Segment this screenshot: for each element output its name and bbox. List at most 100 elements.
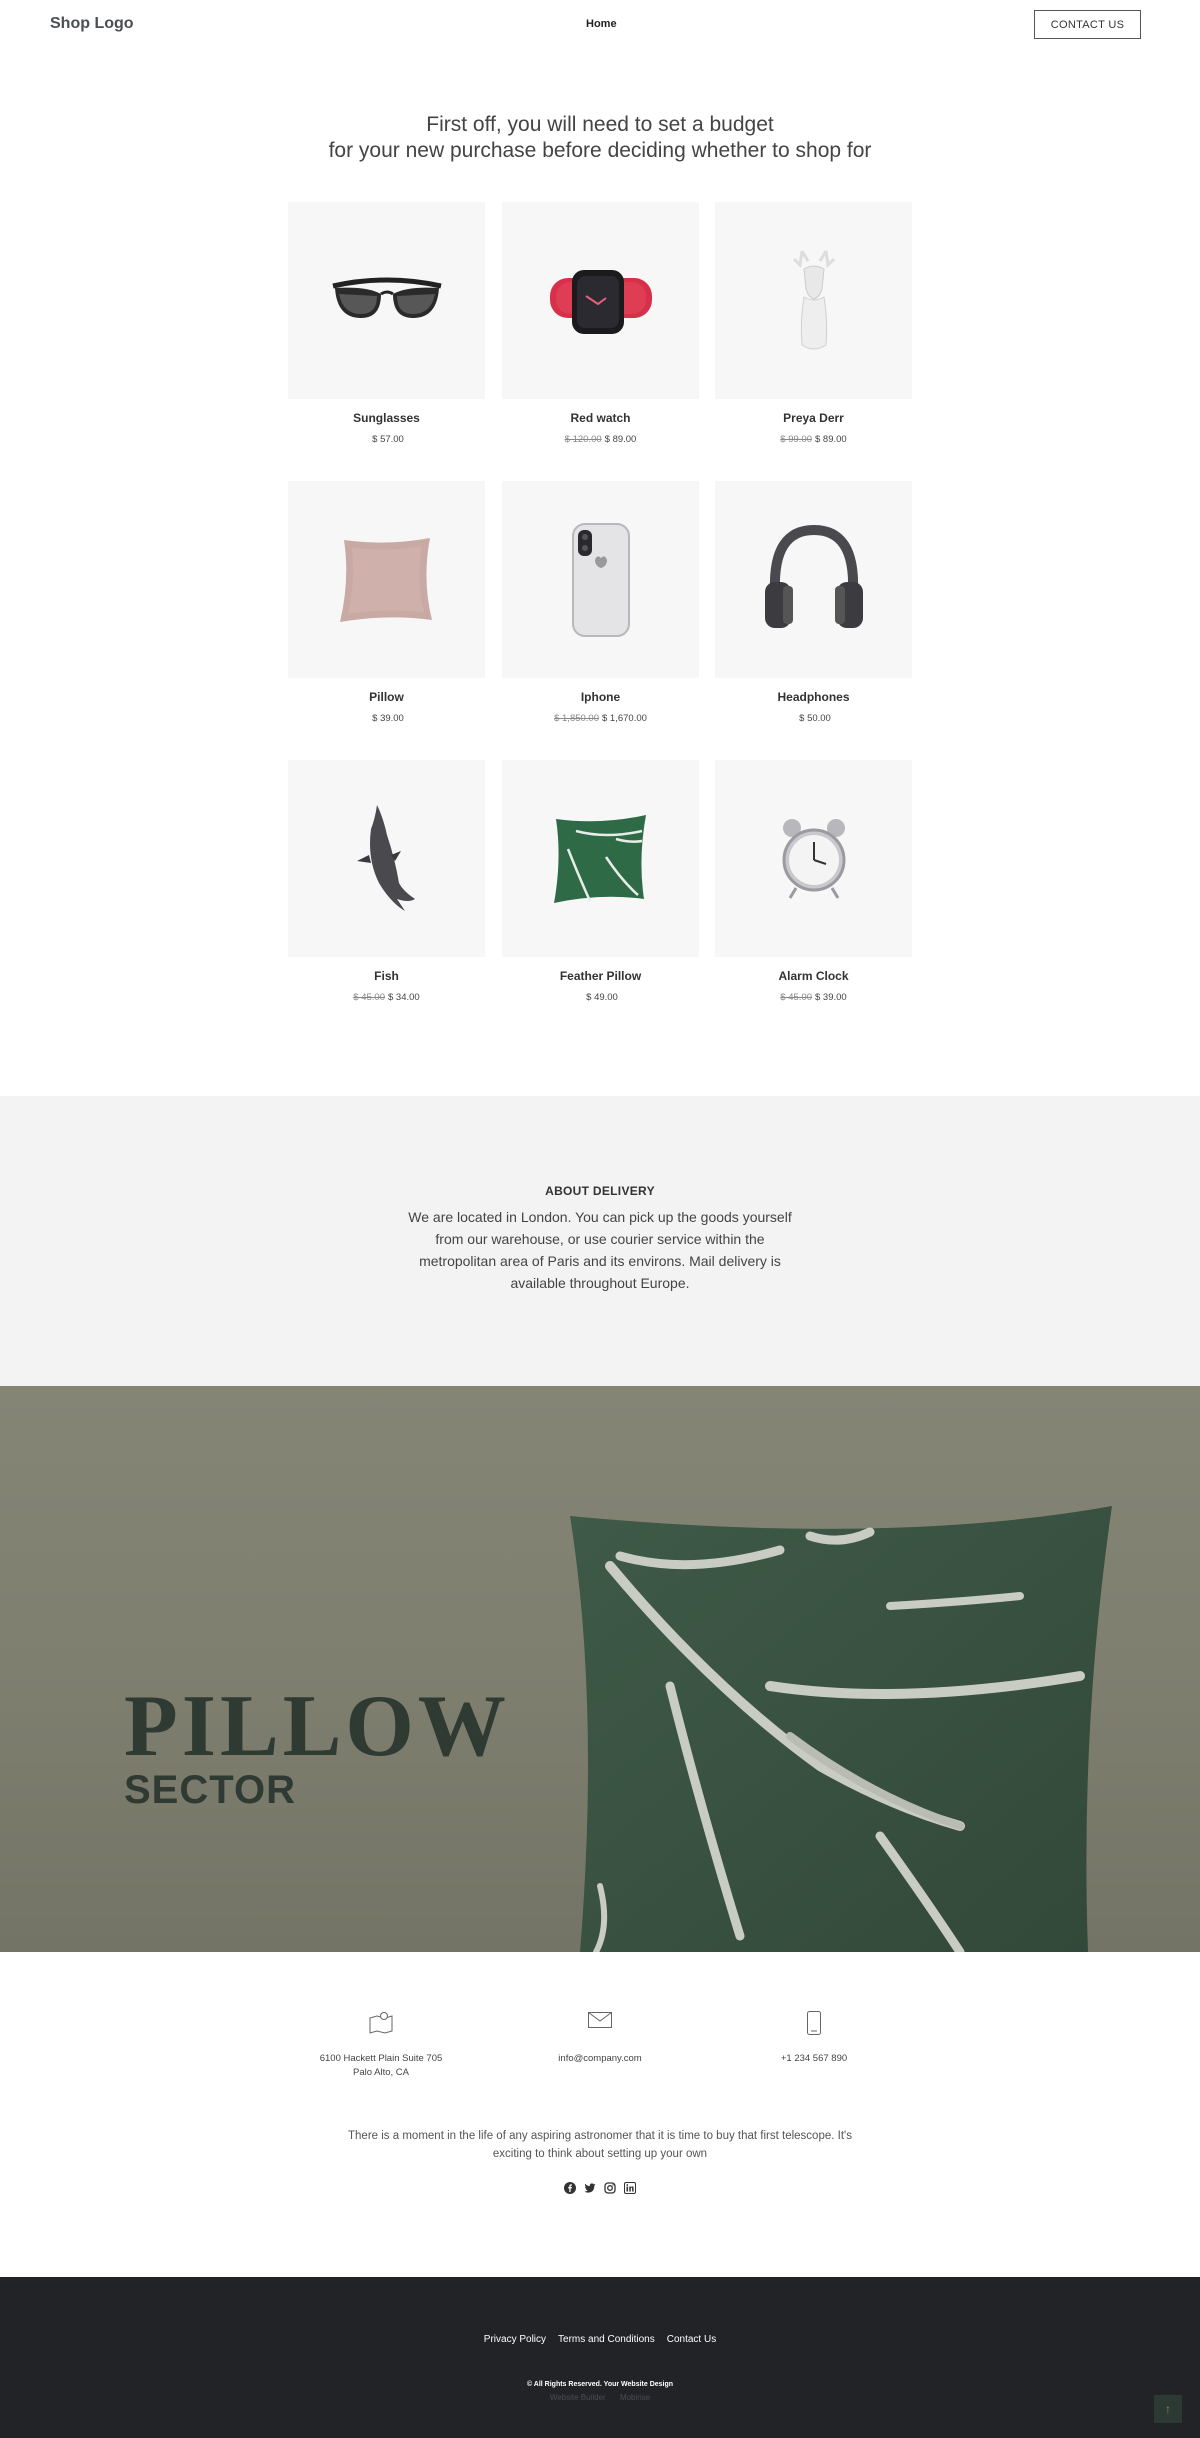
product-image[interactable] <box>715 202 912 399</box>
product-price: $ 99.00 $ 89.00 <box>715 434 912 445</box>
address-line-2: Palo Alto, CA <box>353 2067 409 2078</box>
product-image[interactable] <box>502 202 699 399</box>
product-price: $ 57.00 <box>288 434 485 445</box>
product-name[interactable]: Red watch <box>502 411 699 425</box>
product-card[interactable]: Fish $ 45.00 $ 34.00 <box>288 760 485 1003</box>
phone-number[interactable]: +1 234 567 890 <box>714 2052 914 2066</box>
phone-block: +1 234 567 890 <box>714 2010 914 2066</box>
map-pin-icon <box>369 2012 393 2034</box>
product-old-price: $ 99.00 <box>780 434 812 445</box>
intro-line-1: First off, you will need to set a budget <box>426 113 774 136</box>
banner-subtitle: SECTOR <box>124 1768 296 1812</box>
delivery-title: ABOUT DELIVERY <box>545 1184 655 1198</box>
product-image[interactable] <box>715 481 912 678</box>
product-image[interactable] <box>288 202 485 399</box>
product-price: $ 45.00 $ 34.00 <box>288 992 485 1003</box>
facebook-icon[interactable] <box>564 2182 576 2194</box>
phone-icon <box>571 522 630 637</box>
product-old-price: $ 120.00 <box>564 434 602 445</box>
product-image[interactable] <box>502 481 699 678</box>
address-block: 6100 Hackett Plain Suite 705 Palo Alto, … <box>281 2010 481 2080</box>
product-current-price: $ 89.00 <box>815 434 847 445</box>
contact-us-link[interactable]: Contact Us <box>667 2334 716 2345</box>
banner-title: PILLOW <box>124 1678 510 1775</box>
pillow-banner: PILLOW SECTOR <box>0 1386 1200 1952</box>
product-current-price: $ 89.00 <box>604 434 637 445</box>
site-footer: Privacy Policy Terms and Conditions Cont… <box>0 2277 1200 2438</box>
product-card[interactable]: Feather Pillow $ 49.00 <box>502 760 699 1003</box>
address-line-1: 6100 Hackett Plain Suite 705 <box>319 2053 443 2064</box>
product-name[interactable]: Iphone <box>502 690 699 704</box>
delivery-text: We are located in London. You can pick u… <box>408 1209 792 1291</box>
scroll-to-top-button[interactable]: ↑ <box>1154 2395 1182 2423</box>
linkedin-icon[interactable] <box>624 2182 636 2194</box>
product-current-price: $ 39.00 <box>815 992 847 1003</box>
product-current-price: $ 50.00 <box>799 713 831 724</box>
product-current-price: $ 49.00 <box>586 992 618 1003</box>
email-block: info@company.com <box>500 2010 700 2066</box>
product-card[interactable]: Preya Derr $ 99.00 $ 89.00 <box>715 202 912 445</box>
intro-heading: First off, you will need to set a budget… <box>0 112 1200 164</box>
product-current-price: $ 34.00 <box>388 992 420 1003</box>
arrow-up-icon: ↑ <box>1165 2402 1171 2416</box>
social-links <box>0 2182 1200 2194</box>
product-price: $ 39.00 <box>288 713 485 724</box>
product-card[interactable]: Alarm Clock $ 45.00 $ 39.00 <box>715 760 912 1003</box>
product-image[interactable] <box>288 481 485 678</box>
product-price: $ 49.00 <box>502 992 699 1003</box>
instagram-icon[interactable] <box>604 2182 616 2194</box>
mobirise-link[interactable]: Mobirise <box>620 2393 650 2402</box>
product-name[interactable]: Fish <box>288 969 485 983</box>
product-name[interactable]: Alarm Clock <box>715 969 912 983</box>
product-old-price: $ 45.00 <box>780 992 812 1003</box>
contact-blurb: There is a moment in the life of any asp… <box>348 2130 852 2160</box>
product-price: $ 50.00 <box>715 713 912 724</box>
website-builder-link[interactable]: Website Builder <box>550 2393 606 2402</box>
product-old-price: $ 1,850.00 <box>554 713 599 724</box>
sunglasses-icon <box>331 277 442 318</box>
privacy-policy-link[interactable]: Privacy Policy <box>484 2334 546 2345</box>
fish-figurine-icon <box>356 804 415 911</box>
envelope-icon <box>588 2012 612 2028</box>
product-old-price: $ 45.00 <box>353 992 385 1003</box>
shop-logo[interactable]: Shop Logo <box>50 15 134 33</box>
product-price: $ 45.00 $ 39.00 <box>715 992 912 1003</box>
product-current-price: $ 1,670.00 <box>602 713 647 724</box>
nav-home-link[interactable]: Home <box>586 18 617 30</box>
contact-us-button[interactable]: CONTACT US <box>1034 10 1141 39</box>
mobile-phone-icon <box>807 2011 821 2035</box>
product-card[interactable]: Sunglasses $ 57.00 <box>288 202 485 445</box>
product-image[interactable] <box>715 760 912 957</box>
product-price: $ 120.00 $ 89.00 <box>502 434 699 445</box>
product-card[interactable]: Red watch $ 120.00 $ 89.00 <box>502 202 699 445</box>
alarm-clock-icon <box>782 818 845 899</box>
product-card[interactable]: Pillow $ 39.00 <box>288 481 485 724</box>
headphones-icon <box>764 524 863 628</box>
product-current-price: $ 39.00 <box>372 713 404 724</box>
terms-link[interactable]: Terms and Conditions <box>558 2334 655 2345</box>
product-price: $ 1,850.00 $ 1,670.00 <box>502 713 699 724</box>
leaf-pillow-icon <box>553 814 646 903</box>
product-card[interactable]: Headphones $ 50.00 <box>715 481 912 724</box>
product-image[interactable] <box>502 760 699 957</box>
product-name[interactable]: Feather Pillow <box>502 969 699 983</box>
banner-pillow-image <box>570 1506 1112 1952</box>
email-link[interactable]: info@company.com <box>500 2052 700 2066</box>
intro-line-2: for your new purchase before deciding wh… <box>328 139 872 162</box>
product-image[interactable] <box>288 760 485 957</box>
builder-credits: Website Builder Mobirise <box>0 2393 1200 2402</box>
site-header: Shop Logo Home CONTACT US <box>0 0 1200 50</box>
product-name[interactable]: Pillow <box>288 690 485 704</box>
twitter-icon[interactable] <box>584 2182 596 2194</box>
product-current-price: $ 57.00 <box>372 434 404 445</box>
copyright-text: © All Rights Reserved. Your Website Desi… <box>526 2381 674 2388</box>
delivery-section: ABOUT DELIVERY We are located in London.… <box>0 1096 1200 1386</box>
pillow-icon <box>339 537 432 622</box>
footer-links: Privacy Policy Terms and Conditions Cont… <box>0 2334 1200 2345</box>
watch-icon <box>549 269 652 334</box>
product-name[interactable]: Preya Derr <box>715 411 912 425</box>
product-name[interactable]: Headphones <box>715 690 912 704</box>
product-name[interactable]: Sunglasses <box>288 411 485 425</box>
deer-figurine-icon <box>792 249 835 349</box>
product-card[interactable]: Iphone $ 1,850.00 $ 1,670.00 <box>502 481 699 724</box>
